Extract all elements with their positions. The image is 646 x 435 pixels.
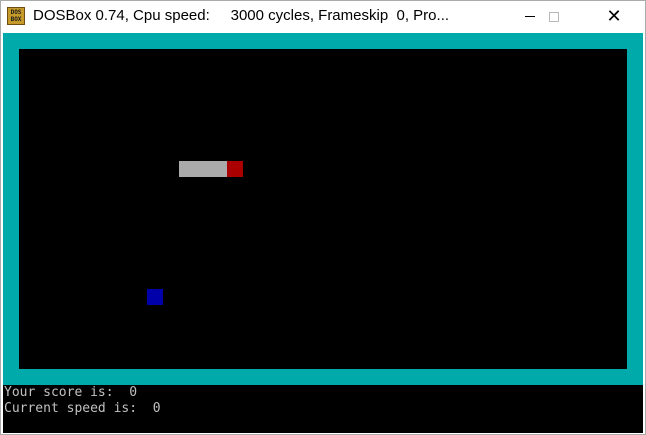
playfield [19, 49, 627, 369]
dosbox-window: DOS BOX DOSBox 0.74, Cpu speed: 3000 cycl… [0, 0, 646, 435]
close-button[interactable]: ✕ [591, 1, 637, 32]
dos-screen[interactable]: Your score is: 0 Current speed is: 0 [3, 33, 643, 433]
title-bar[interactable]: DOS BOX DOSBox 0.74, Cpu speed: 3000 cycl… [1, 1, 645, 33]
maximize-icon [549, 11, 559, 22]
food-block [147, 289, 163, 305]
snake-body [179, 161, 227, 177]
maximize-button[interactable] [531, 1, 577, 32]
snake-head [227, 161, 243, 177]
window-title: DOSBox 0.74, Cpu speed: 3000 cycles, Fra… [33, 7, 450, 24]
dosbox-icon[interactable]: DOS BOX [7, 7, 25, 25]
status-panel: Your score is: 0 Current speed is: 0 [3, 385, 644, 433]
speed-text: Current speed is: 0 [4, 401, 161, 416]
score-text: Your score is: 0 [4, 385, 138, 400]
close-icon: ✕ [606, 5, 622, 27]
playfield-border [3, 33, 643, 385]
